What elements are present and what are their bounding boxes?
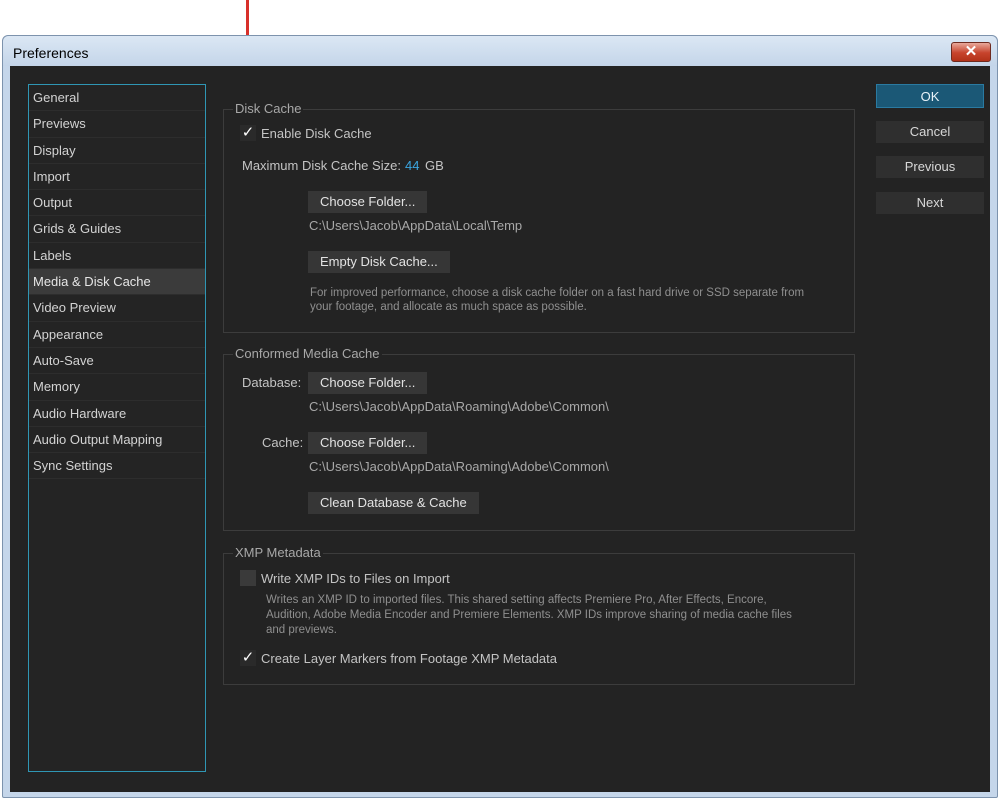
disk-cache-note-line-1: For improved performance, choose a disk … <box>310 287 805 299</box>
sidebar-item-labels[interactable]: Labels <box>29 243 205 270</box>
max-cache-size-value[interactable]: 44 <box>405 158 419 173</box>
choose-database-folder-button[interactable]: Choose Folder... <box>308 372 428 394</box>
title-bar[interactable]: Preferences ✕ <box>3 36 997 66</box>
sidebar-item-general[interactable]: General <box>29 85 205 112</box>
conformed-media-cache-group: Conformed Media Cache Database: Choose F… <box>223 346 855 531</box>
previous-button[interactable]: Previous <box>876 156 984 178</box>
category-list: General Previews Display Import Output G… <box>28 84 206 772</box>
conformed-media-cache-group-label: Conformed Media Cache <box>233 346 382 361</box>
close-icon: ✕ <box>964 43 978 60</box>
xmp-note-line-1: Writes an XMP ID to imported files. This… <box>266 594 767 606</box>
sidebar-item-display[interactable]: Display <box>29 138 205 164</box>
sidebar-item-media-disk-cache[interactable]: Media & Disk Cache <box>29 269 205 296</box>
checkmark-icon: ✓ <box>241 124 255 141</box>
enable-disk-cache-checkbox[interactable]: ✓ <box>240 125 256 141</box>
sidebar-item-auto-save[interactable]: Auto-Save <box>29 348 205 375</box>
write-xmp-ids-checkbox[interactable] <box>240 570 256 586</box>
sidebar-item-audio-output-mapping[interactable]: Audio Output Mapping <box>29 427 205 454</box>
choose-disk-cache-folder-button[interactable]: Choose Folder... <box>308 191 428 213</box>
empty-disk-cache-button[interactable]: Empty Disk Cache... <box>308 251 450 273</box>
disk-cache-group-label: Disk Cache <box>233 101 304 116</box>
database-folder-path: C:\Users\Jacob\AppData\Roaming\Adobe\Com… <box>309 399 609 414</box>
ok-button[interactable]: OK <box>876 84 984 108</box>
preferences-window: Preferences ✕ General Previews Display I… <box>2 35 998 798</box>
disk-cache-folder-path: C:\Users\Jacob\AppData\Local\Temp <box>309 218 523 233</box>
clean-database-cache-button[interactable]: Clean Database & Cache <box>308 492 479 514</box>
choose-cache-folder-button[interactable]: Choose Folder... <box>308 432 428 454</box>
sidebar-item-video-preview[interactable]: Video Preview <box>29 295 205 322</box>
cache-label: Cache: <box>262 435 304 450</box>
next-button[interactable]: Next <box>876 192 984 214</box>
close-button[interactable]: ✕ <box>951 42 991 62</box>
disk-cache-note-line-2: your footage, and allocate as much space… <box>310 301 587 313</box>
window-title: Preferences <box>13 45 89 61</box>
sidebar-item-audio-hardware[interactable]: Audio Hardware <box>29 401 205 427</box>
xmp-note-line-3: and previews. <box>266 624 337 636</box>
checkmark-icon: ✓ <box>241 649 255 666</box>
xmp-note-line-2: Audition, Adobe Media Encoder and Premie… <box>266 609 792 621</box>
xmp-metadata-group-label: XMP Metadata <box>233 545 323 560</box>
create-layer-markers-checkbox[interactable]: ✓ <box>240 650 256 666</box>
enable-disk-cache-label[interactable]: Enable Disk Cache <box>261 126 372 141</box>
sidebar-item-previews[interactable]: Previews <box>29 111 205 138</box>
sidebar-item-memory[interactable]: Memory <box>29 374 205 401</box>
sidebar-item-grids-guides[interactable]: Grids & Guides <box>29 216 205 243</box>
write-xmp-ids-label[interactable]: Write XMP IDs to Files on Import <box>261 571 450 586</box>
max-cache-size-label: Maximum Disk Cache Size: <box>242 158 401 173</box>
sidebar-item-sync-settings[interactable]: Sync Settings <box>29 453 205 480</box>
xmp-metadata-group: XMP Metadata Write XMP IDs to Files on I… <box>223 545 855 685</box>
database-label: Database: <box>242 375 302 390</box>
sidebar-item-output[interactable]: Output <box>29 190 205 217</box>
create-layer-markers-label[interactable]: Create Layer Markers from Footage XMP Me… <box>261 651 557 666</box>
disk-cache-group: Disk Cache ✓ Enable Disk Cache Maximum D… <box>223 101 855 333</box>
max-cache-size-unit: GB <box>425 158 444 173</box>
dialog-body: General Previews Display Import Output G… <box>10 66 990 792</box>
cache-folder-path: C:\Users\Jacob\AppData\Roaming\Adobe\Com… <box>309 459 609 474</box>
sidebar-item-appearance[interactable]: Appearance <box>29 322 205 348</box>
cancel-button[interactable]: Cancel <box>876 121 984 143</box>
sidebar-item-import[interactable]: Import <box>29 164 205 191</box>
